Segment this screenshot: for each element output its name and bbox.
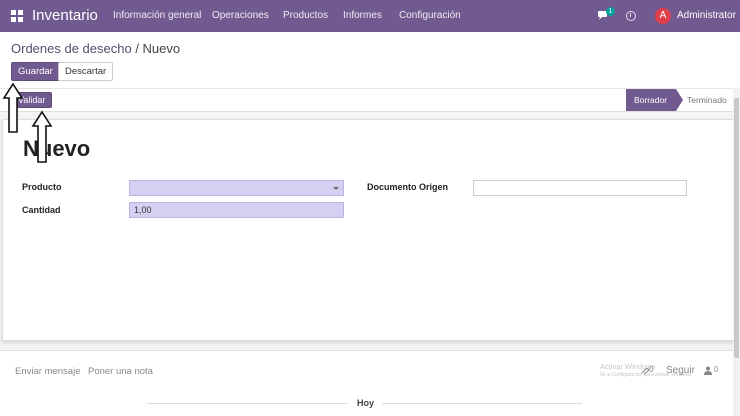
- product-select[interactable]: [129, 180, 344, 196]
- page-scrollbar[interactable]: [733, 88, 740, 416]
- person-icon[interactable]: [704, 366, 712, 375]
- form-sheet: Nuevo Producto Cantidad 1,00 Documento O…: [2, 119, 736, 341]
- menu-operaciones[interactable]: Operaciones: [212, 10, 269, 21]
- paperclip-icon[interactable]: [640, 367, 649, 375]
- stage-borrador[interactable]: Borrador: [626, 89, 676, 111]
- origin-label: Documento Origen: [367, 182, 449, 192]
- scrollbar-thumb[interactable]: [734, 98, 739, 358]
- log-note-button[interactable]: Poner una nota: [88, 366, 153, 377]
- apps-menu-icon[interactable]: [11, 10, 23, 22]
- activity-clock-icon[interactable]: [626, 11, 636, 21]
- product-label: Producto: [22, 182, 62, 192]
- top-navbar: Inventario Información general Operacion…: [0, 0, 740, 32]
- breadcrumb-parent[interactable]: Ordenes de desecho: [11, 41, 132, 56]
- today-divider-right: [382, 403, 582, 404]
- discard-button[interactable]: Descartar: [58, 62, 114, 81]
- stage-terminado[interactable]: Terminado: [687, 89, 727, 111]
- today-divider-left: [147, 403, 347, 404]
- chatter: Enviar mensaje Poner una nota Activar Wi…: [0, 350, 740, 416]
- annotation-arrow-up-icon-2: [31, 110, 53, 163]
- breadcrumb-separator: /: [131, 41, 143, 56]
- stage-arrow: [676, 89, 683, 111]
- user-avatar[interactable]: A: [655, 8, 671, 24]
- menu-informacion-general[interactable]: Información general: [113, 10, 201, 21]
- menu-configuracion[interactable]: Configuración: [399, 10, 461, 21]
- follow-button[interactable]: Seguir: [666, 365, 695, 376]
- app-brand[interactable]: Inventario: [32, 7, 98, 24]
- status-bar: Validar Borrador Terminado: [0, 88, 740, 112]
- origin-input[interactable]: [473, 180, 687, 196]
- quantity-label: Cantidad: [22, 205, 61, 215]
- breadcrumb: Ordenes de desecho / Nuevo: [11, 41, 180, 56]
- send-message-button[interactable]: Enviar mensaje: [15, 366, 80, 377]
- attachments-count: 0: [649, 365, 654, 374]
- followers-count: 0: [714, 365, 719, 374]
- breadcrumb-current: Nuevo: [142, 41, 181, 56]
- menu-productos[interactable]: Productos: [283, 10, 328, 21]
- today-label: Hoy: [357, 398, 375, 408]
- menu-informes[interactable]: Informes: [343, 10, 382, 21]
- save-button[interactable]: Guardar: [11, 62, 60, 81]
- quantity-input[interactable]: 1,00: [129, 202, 344, 218]
- annotation-arrow-up-icon: [2, 82, 24, 133]
- user-menu[interactable]: Administrator: [677, 10, 736, 21]
- chevron-down-icon[interactable]: [333, 187, 339, 190]
- notification-badge: 1: [606, 7, 615, 16]
